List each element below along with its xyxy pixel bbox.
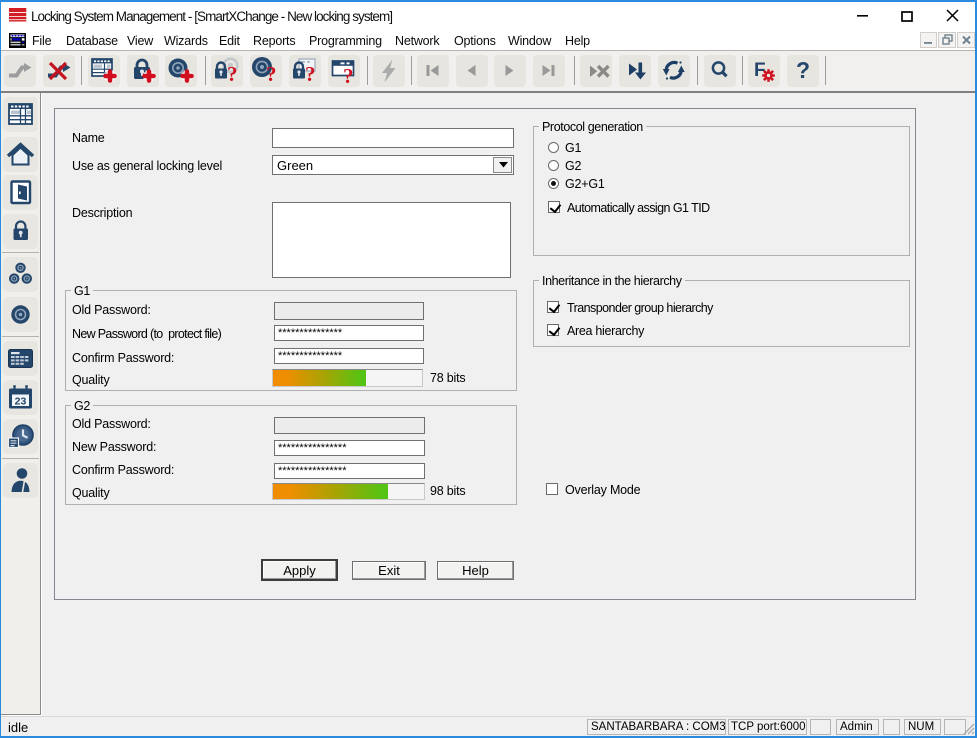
svg-text:?: ? xyxy=(796,57,810,83)
svg-text:23: 23 xyxy=(15,396,27,408)
svg-text:?: ? xyxy=(227,62,238,86)
svg-text:?: ? xyxy=(266,62,277,86)
svg-text:F: F xyxy=(754,60,766,81)
svg-text:?: ? xyxy=(343,64,354,86)
svg-text:?: ? xyxy=(305,62,316,86)
